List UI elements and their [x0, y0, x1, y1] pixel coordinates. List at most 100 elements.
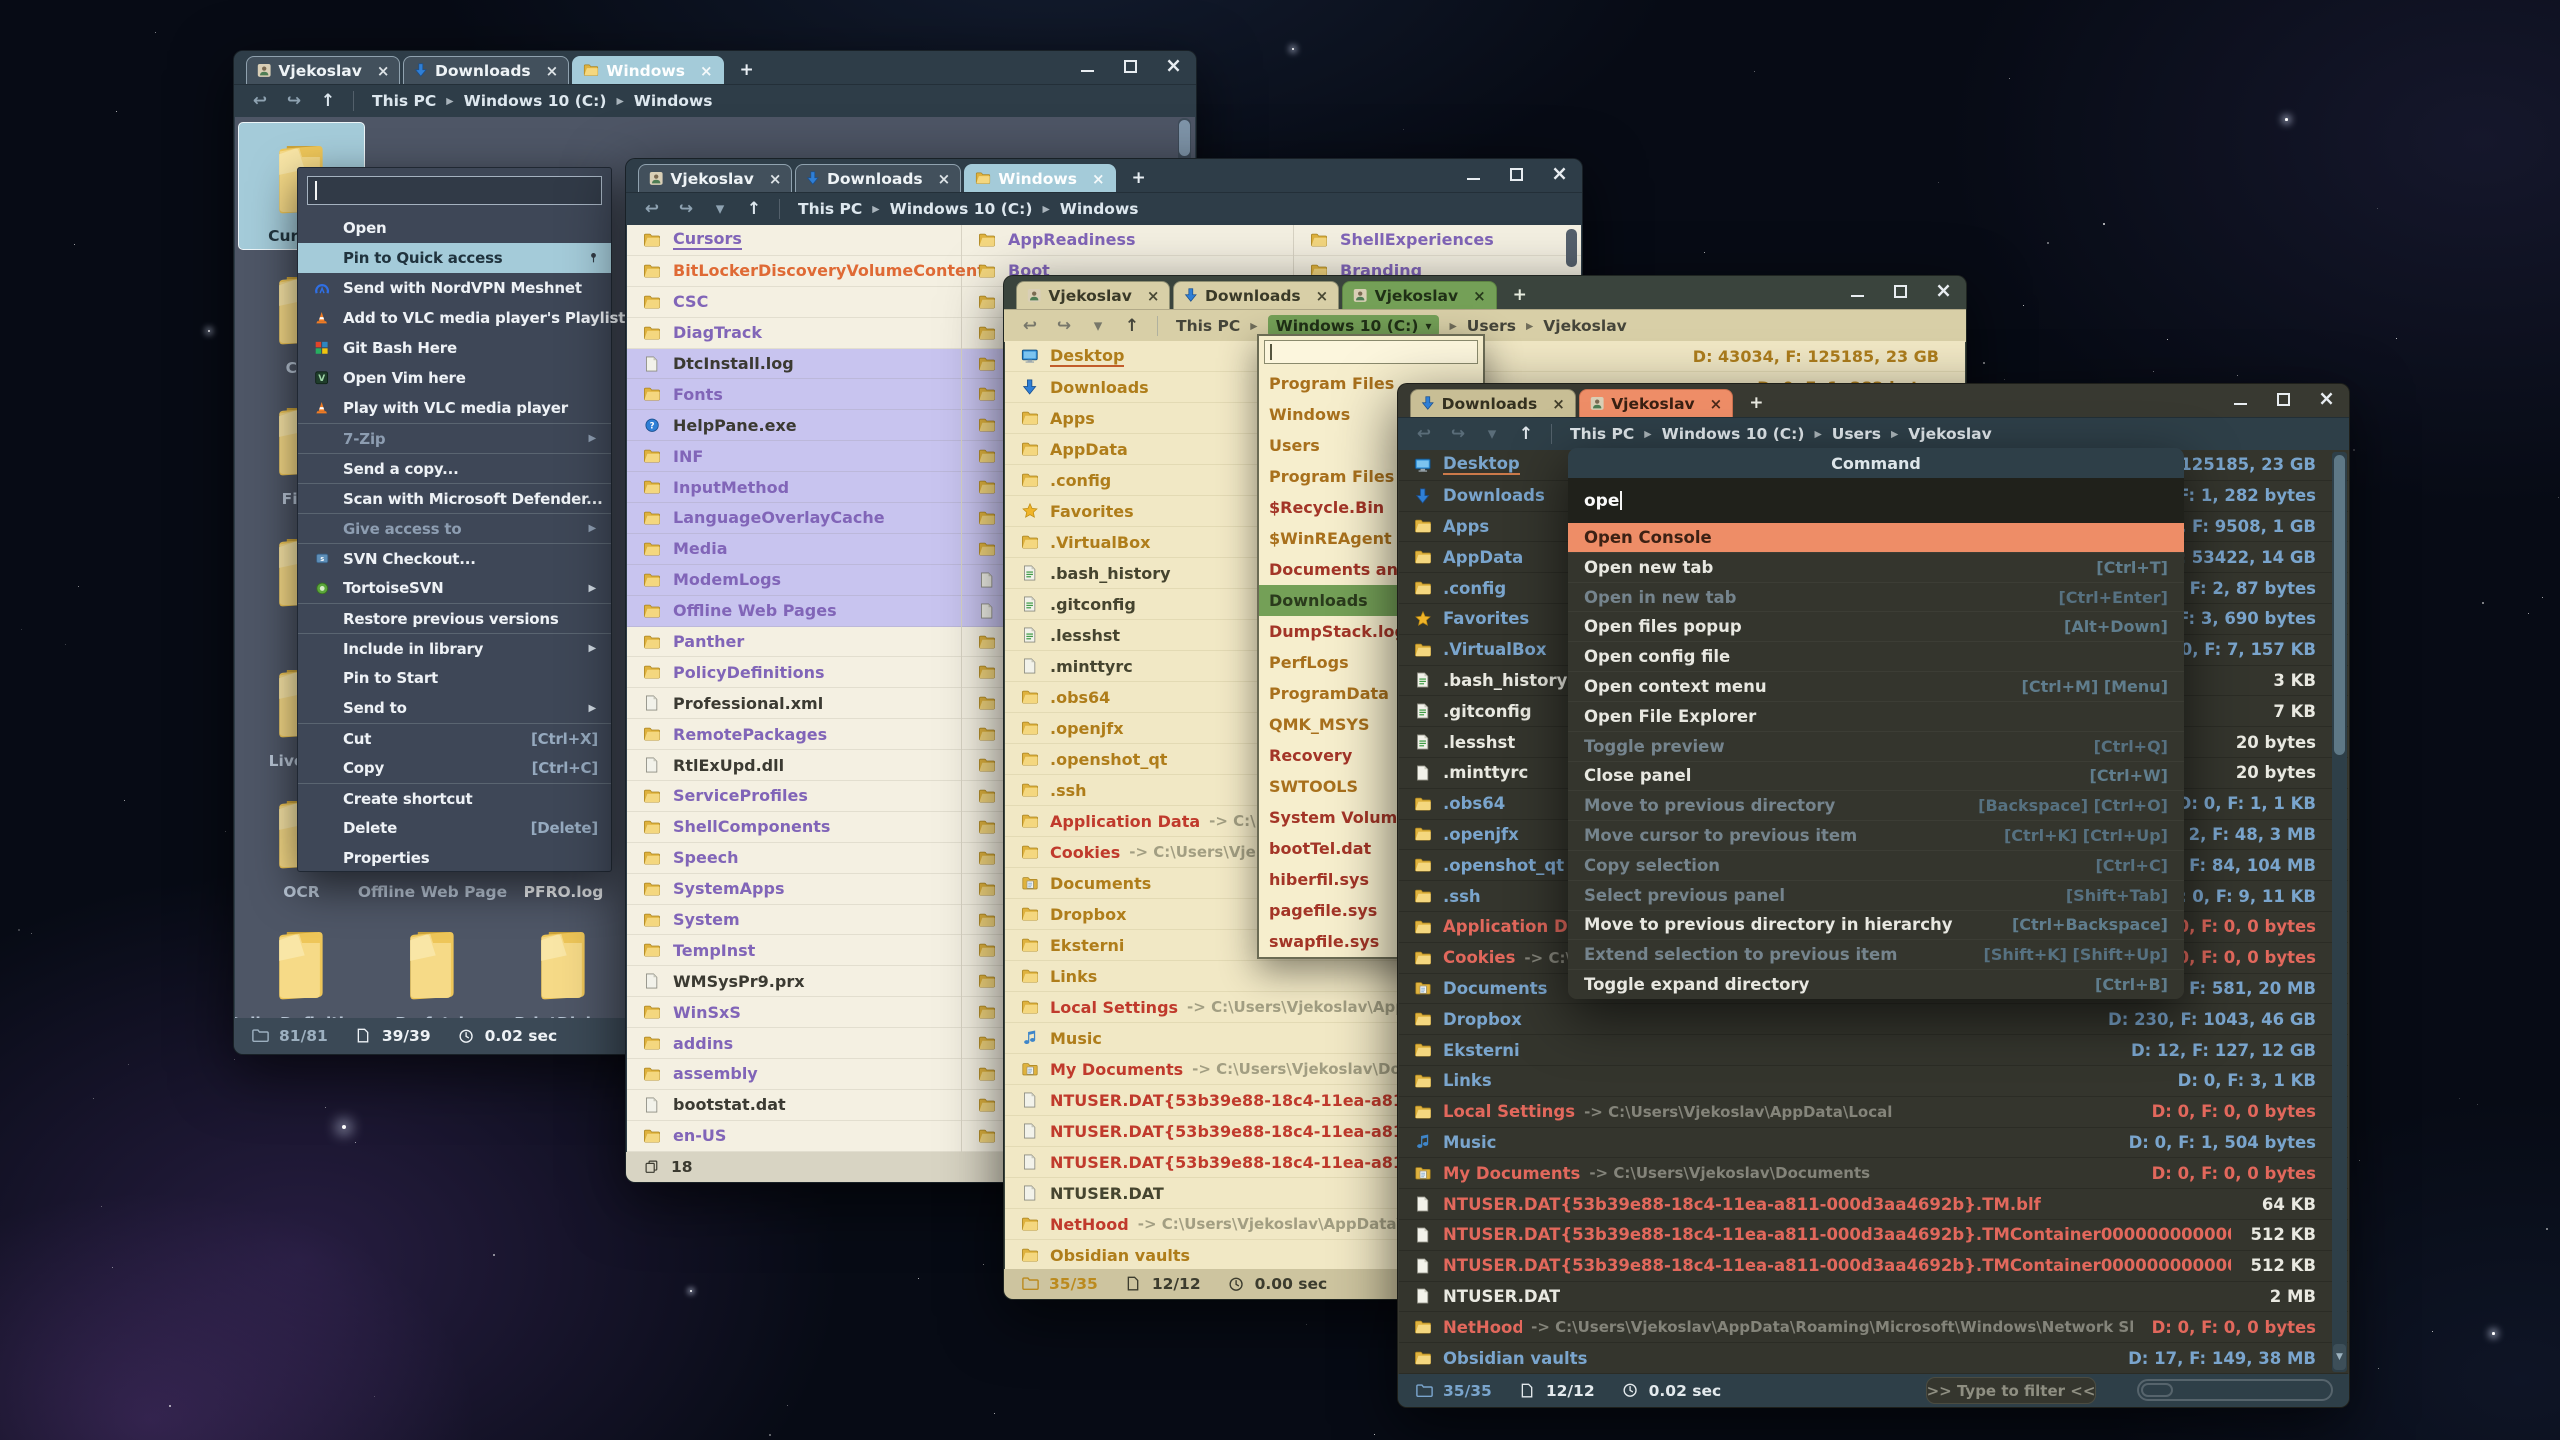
command-item-close-panel[interactable]: Close panel[Ctrl+W] — [1568, 761, 2184, 791]
file-row[interactable]: DiagTrack — [627, 318, 961, 349]
menu-item-git-bash-here[interactable]: Git Bash Here — [298, 333, 611, 363]
tab-vjekoslav[interactable]: Vjekoslav× — [1579, 389, 1733, 417]
file-row[interactable]: INF — [627, 441, 961, 472]
file-row[interactable]: en-US — [627, 1121, 961, 1152]
command-item-move-cursor-to-previous-item[interactable]: Move cursor to previous item[Ctrl+K] [Ct… — [1568, 820, 2184, 850]
minimize-button[interactable] — [1079, 59, 1096, 74]
file-row[interactable]: ?HelpPane.exe — [627, 410, 961, 441]
back-icon[interactable]: ↩ — [247, 91, 273, 111]
tab-close-icon[interactable]: × — [1473, 287, 1486, 305]
forward-icon[interactable]: ↪ — [673, 199, 699, 219]
menu-item-cut[interactable]: Cut[Ctrl+X] — [298, 723, 611, 753]
progress-slider[interactable] — [2137, 1379, 2333, 1401]
command-item-open-console[interactable]: Open Console — [1568, 523, 2184, 552]
file-row[interactable]: DropboxD: 230, F: 1043, 46 GB — [1399, 1004, 2348, 1035]
file-row[interactable]: PolicyDefinitions — [627, 657, 961, 688]
up-icon[interactable]: ↑ — [1119, 316, 1145, 336]
titlebar[interactable]: Vjekoslav×Downloads×Windows×+ × — [234, 51, 1196, 84]
tab-downloads[interactable]: Downloads× — [1410, 389, 1576, 417]
close-button[interactable]: × — [1935, 284, 1952, 299]
dropdown-filter-input[interactable] — [1264, 340, 1478, 364]
tab-close-icon[interactable]: × — [938, 170, 951, 188]
scrollbar-thumb[interactable] — [1179, 120, 1190, 156]
file-row[interactable]: Obsidian vaultsD: 17, F: 149, 38 MB — [1399, 1343, 2348, 1374]
maximize-button[interactable] — [2275, 392, 2292, 407]
menu-item-include-in-library[interactable]: Include in library▶ — [298, 633, 611, 663]
file-row[interactable]: assembly — [627, 1059, 961, 1090]
menu-item-restore-previous-versions[interactable]: Restore previous versions — [298, 603, 611, 633]
close-button[interactable]: × — [2318, 392, 2335, 407]
command-item-extend-selection-to-previous-item[interactable]: Extend selection to previous item[Shift+… — [1568, 939, 2184, 969]
breadcrumb-item[interactable]: Vjekoslav — [1908, 425, 1991, 443]
command-item-open-config-file[interactable]: Open config file — [1568, 641, 2184, 671]
tab-close-icon[interactable]: × — [377, 62, 390, 80]
command-item-move-to-previous-directory-in-hierarchy[interactable]: Move to previous directory in hierarchy[… — [1568, 910, 2184, 940]
close-button[interactable]: × — [1165, 59, 1182, 74]
menu-item-svn-checkout[interactable]: SSVN Checkout... — [298, 543, 611, 573]
titlebar[interactable]: Downloads×Vjekoslav×+ × — [1398, 384, 2349, 417]
command-item-open-context-menu[interactable]: Open context menu[Ctrl+M] [Menu] — [1568, 671, 2184, 701]
file-row[interactable]: WinSxS — [627, 997, 961, 1028]
tab-close-icon[interactable]: × — [1552, 395, 1565, 413]
file-row[interactable]: Cursors — [627, 225, 961, 256]
tab-vjekoslav[interactable]: Vjekoslav× — [1342, 281, 1496, 309]
command-item-select-previous-panel[interactable]: Select previous panel[Shift+Tab] — [1568, 880, 2184, 910]
command-item-toggle-preview[interactable]: Toggle preview[Ctrl+Q] — [1568, 731, 2184, 761]
menu-item-scan-with-microsoft-defender[interactable]: Scan with Microsoft Defender... — [298, 483, 611, 513]
tab-downloads[interactable]: Downloads× — [403, 56, 569, 84]
file-row[interactable]: Local Settings-> C:\Users\Vjekoslav\AppD… — [1399, 1097, 2348, 1128]
history-dropdown-icon[interactable]: ▾ — [1085, 316, 1111, 336]
breadcrumb-item[interactable]: Windows 10 (C:) — [464, 92, 607, 110]
breadcrumb-item[interactable]: Users — [1467, 317, 1516, 335]
slider-knob[interactable] — [2141, 1383, 2173, 1397]
file-row[interactable]: DtcInstall.log — [627, 349, 961, 380]
maximize-button[interactable] — [1892, 284, 1909, 299]
context-menu-filter-input[interactable] — [307, 176, 602, 205]
file-row[interactable]: RtlExUpd.dll — [627, 750, 961, 781]
tab-vjekoslav[interactable]: Vjekoslav× — [638, 164, 792, 192]
file-row[interactable]: NTUSER.DAT{53b39e88-18c4-11ea-a811-000d3… — [1399, 1189, 2348, 1220]
menu-item-7-zip[interactable]: 7-Zip▶ — [298, 423, 611, 453]
up-icon[interactable]: ↑ — [315, 91, 341, 111]
file-row[interactable]: ServiceProfiles — [627, 781, 961, 812]
file-row[interactable]: addins — [627, 1028, 961, 1059]
maximize-button[interactable] — [1508, 167, 1525, 182]
file-row[interactable]: Offline Web Pages — [627, 596, 961, 627]
file-row[interactable]: LinksD: 0, F: 3, 1 KB — [1399, 1066, 2348, 1097]
back-icon[interactable]: ↩ — [1017, 316, 1043, 336]
scrollbar[interactable]: ▼ — [2332, 452, 2347, 1372]
menu-item-give-access-to[interactable]: Give access to▶ — [298, 513, 611, 543]
minimize-button[interactable] — [1849, 284, 1866, 299]
file-row[interactable]: TempInst — [627, 935, 961, 966]
grid-tile[interactable]: Prefetch — [369, 908, 496, 1018]
tab-close-icon[interactable]: × — [769, 170, 782, 188]
tab-close-icon[interactable]: × — [1092, 170, 1105, 188]
file-row[interactable]: EksterniD: 12, F: 127, 12 GB — [1399, 1035, 2348, 1066]
file-row[interactable]: AppReadiness — [962, 225, 1293, 256]
command-item-copy-selection[interactable]: Copy selection[Ctrl+C] — [1568, 850, 2184, 880]
breadcrumb-item[interactable]: Windows 10 (C:) — [890, 200, 1033, 218]
type-to-filter-button[interactable]: >> Type to filter << — [1926, 1377, 2096, 1404]
breadcrumb-item[interactable]: Users — [1832, 425, 1881, 443]
tab-close-icon[interactable]: × — [546, 62, 559, 80]
file-row[interactable]: My Documents-> C:\Users\Vjekoslav\Docume… — [1399, 1158, 2348, 1189]
tab-close-icon[interactable]: × — [1316, 287, 1329, 305]
menu-item-open[interactable]: Open — [298, 213, 611, 243]
titlebar[interactable]: Vjekoslav×Downloads×Vjekoslav×+ × — [1004, 276, 1966, 309]
history-dropdown-icon[interactable]: ▾ — [1479, 424, 1505, 444]
menu-item-add-to-vlc-media-player-s-playlist[interactable]: Add to VLC media player's Playlist — [298, 303, 611, 333]
file-row[interactable]: MusicD: 0, F: 1, 504 bytes — [1399, 1128, 2348, 1159]
titlebar[interactable]: Vjekoslav×Downloads×Windows×+ × — [626, 159, 1582, 192]
file-row[interactable]: Speech — [627, 843, 961, 874]
breadcrumb-item[interactable]: This PC — [1570, 425, 1634, 443]
file-row[interactable]: WMSysPr9.prx — [627, 966, 961, 997]
file-row[interactable]: InputMethod — [627, 472, 961, 503]
menu-item-pin-to-start[interactable]: Pin to Start — [298, 663, 611, 693]
file-row[interactable]: NetHood-> C:\Users\Vjekoslav\AppData\Roa… — [1399, 1312, 2348, 1343]
file-row[interactable]: NTUSER.DAT{53b39e88-18c4-11ea-a811-000d3… — [1399, 1220, 2348, 1251]
menu-item-send-a-copy[interactable]: Send a copy... — [298, 453, 611, 483]
file-row[interactable]: SystemApps — [627, 874, 961, 905]
file-row[interactable]: Media — [627, 534, 961, 565]
tab-windows[interactable]: Windows× — [572, 56, 723, 84]
minimize-button[interactable] — [2232, 392, 2249, 407]
